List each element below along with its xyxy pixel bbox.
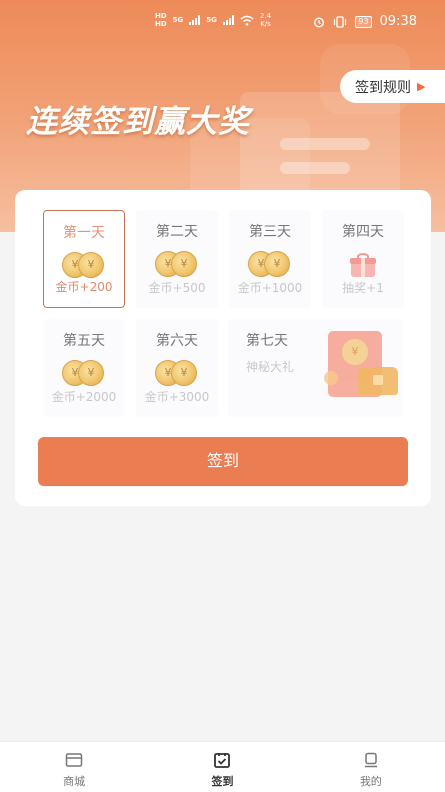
day-reward: 金币+1000	[237, 281, 303, 295]
checkin-icon	[214, 753, 231, 768]
nav-item-profile[interactable]: 我的	[297, 742, 445, 792]
alarm-icon	[314, 16, 325, 28]
gift-icon	[350, 253, 376, 277]
battery-icon: 93	[355, 15, 372, 28]
day-title: 第七天	[246, 333, 288, 349]
signal-label: 5G	[172, 16, 184, 24]
signal-icon	[222, 15, 234, 25]
play-arrow-icon: ▶	[417, 80, 426, 93]
nav-item-checkin[interactable]: 签到	[148, 742, 296, 792]
day-title: 第三天	[249, 224, 291, 240]
nav-item-store[interactable]: 商城	[0, 742, 148, 792]
day-card-3[interactable]: 第三天 ¥ ¥ 金币+1000	[229, 210, 311, 308]
rules-button[interactable]: 签到规则 ▶	[340, 70, 445, 103]
day-title: 第二天	[156, 224, 198, 240]
banner-title: 连续签到赢大奖	[26, 104, 250, 140]
day-card-6[interactable]: 第六天 ¥ ¥ 金币+3000	[136, 319, 218, 417]
day-card-5[interactable]: 第五天 ¥ ¥ 金币+2000	[43, 319, 125, 417]
day-title: 第四天	[342, 224, 384, 240]
checkin-card: 第一天 ¥ ¥ 金币+200 第二天 ¥ ¥ 金币+500 第三天 ¥ ¥ 金币+10…	[15, 190, 431, 506]
day-title: 第六天	[156, 333, 198, 349]
day-reward: 抽奖+1	[342, 281, 384, 295]
nav-label: 商城	[63, 775, 86, 788]
day-reward: 金币+2000	[51, 390, 117, 404]
coins-icon: ¥ ¥	[155, 360, 199, 386]
treasure-chest-icon	[358, 367, 398, 395]
clock: 09:38	[379, 14, 417, 29]
day-reward: 神秘大礼	[246, 360, 295, 374]
coins-icon: ¥ ¥	[155, 251, 199, 277]
day-card-1[interactable]: 第一天 ¥ ¥ 金币+200	[43, 210, 125, 308]
coin-icon	[324, 371, 338, 385]
wifi-icon	[240, 15, 254, 25]
day-reward: 金币+500	[148, 281, 206, 295]
signin-button[interactable]: 签到	[38, 437, 408, 486]
coins-icon: ¥ ¥	[62, 360, 106, 386]
bottom-nav: 商城 签到 我的	[0, 741, 445, 792]
signal-icon	[189, 15, 201, 25]
network-type: HD HD	[155, 12, 167, 28]
nav-label: 我的	[359, 775, 382, 788]
nav-label: 签到	[211, 775, 234, 788]
profile-icon	[364, 752, 377, 768]
day-reward: 金币+3000	[144, 390, 210, 404]
status-bar: HD HD 5G 5G 2.4 K/s 93 09:38	[0, 0, 445, 42]
vibrate-icon	[334, 15, 347, 28]
signal-label: 5G	[206, 16, 217, 24]
day-reward: 金币+200	[55, 280, 113, 294]
coins-icon: ¥ ¥	[62, 252, 106, 278]
day-title: 第五天	[63, 333, 105, 349]
coins-icon: ¥ ¥	[248, 251, 292, 277]
store-icon	[65, 753, 83, 767]
day-card-7[interactable]: 第七天 神秘大礼 ¥	[228, 319, 403, 417]
network-speed: 2.4 K/s	[259, 12, 272, 28]
day-title: 第一天	[63, 225, 105, 241]
day-card-2[interactable]: 第二天 ¥ ¥ 金币+500	[136, 210, 218, 308]
rules-label: 签到规则	[355, 79, 411, 96]
day-card-4[interactable]: 第四天 抽奖+1	[322, 210, 404, 308]
